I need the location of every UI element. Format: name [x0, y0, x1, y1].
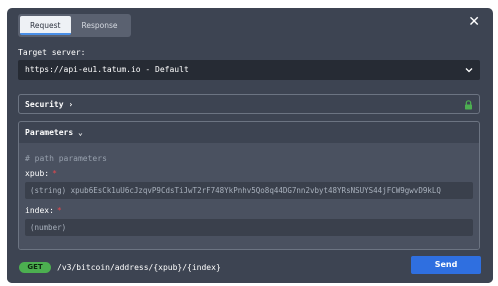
close-icon[interactable]: ✕ [468, 15, 480, 29]
index-input[interactable]: (number) [25, 219, 473, 236]
target-server-select[interactable]: https://api-eu1.tatum.io - Default [18, 60, 480, 80]
lock-icon [465, 100, 472, 110]
parameters-title[interactable]: Parameters ⌄ [25, 128, 83, 137]
parameters-body: # path parameters xpub: * (string) xpub6E… [19, 143, 479, 249]
chevron-down-icon [465, 60, 473, 88]
request-footer: GET /v3/bitcoin/address/{xpub}/{index} S… [7, 252, 493, 283]
xpub-label: xpub: * [25, 169, 57, 178]
parameters-title-text: Parameters [25, 128, 74, 137]
tab-response[interactable]: Response [71, 16, 128, 35]
tab-request[interactable]: Request [20, 16, 72, 35]
path-parameters-comment: # path parameters [25, 154, 107, 163]
security-title: Security › [25, 100, 73, 109]
chevron-right-icon: › [68, 100, 74, 109]
security-section[interactable]: Security › [18, 94, 480, 114]
send-button[interactable]: Send [411, 256, 481, 274]
chevron-down-icon: ⌄ [78, 128, 83, 137]
parameters-section: Parameters ⌄ # path parameters xpub: * (s… [18, 121, 480, 250]
target-server-label: Target server: [18, 48, 86, 57]
index-label-text: index: [25, 206, 54, 215]
endpoint-path: /v3/bitcoin/address/{xpub}/{index} [57, 263, 221, 272]
index-label: index: * [25, 206, 62, 215]
security-title-text: Security [25, 100, 64, 109]
target-server-value: https://api-eu1.tatum.io - Default [25, 65, 189, 74]
xpub-input[interactable]: (string) xpub6EsCk1uU6cJzqvP9CdsTiJwT2rF… [25, 182, 473, 199]
api-request-panel: Request Response ✕ Target server: https:… [7, 8, 493, 283]
request-response-tabs: Request Response [18, 14, 131, 37]
xpub-label-text: xpub: [25, 169, 50, 178]
method-badge: GET [19, 262, 51, 273]
required-asterisk: * [56, 206, 62, 215]
required-asterisk: * [52, 169, 57, 178]
